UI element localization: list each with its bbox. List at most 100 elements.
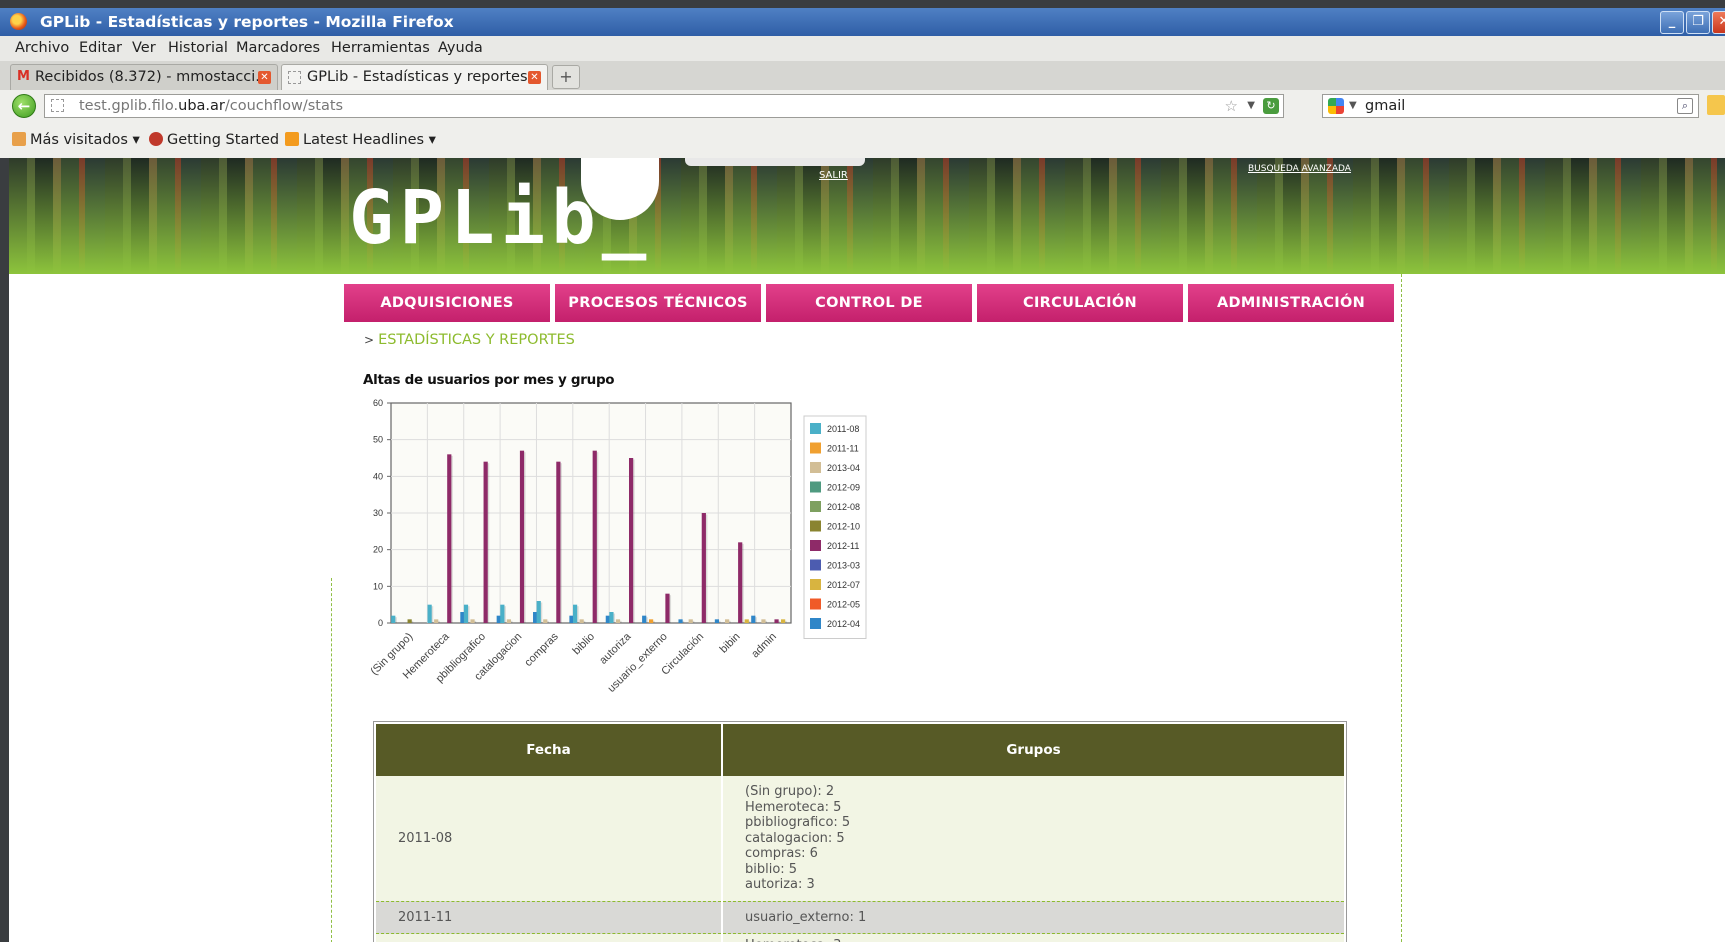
bar: [533, 612, 538, 623]
bar: [678, 619, 683, 623]
bar: [592, 450, 597, 623]
menu-historial[interactable]: Historial: [168, 36, 228, 61]
menu-marcadores[interactable]: Marcadores: [236, 36, 320, 61]
google-icon[interactable]: [1328, 98, 1344, 114]
search-input[interactable]: gmail: [1365, 95, 1405, 117]
close-tab-icon[interactable]: ✕: [528, 71, 541, 84]
new-tab-button[interactable]: +: [552, 65, 580, 89]
legend-label: 2012-11: [827, 541, 859, 551]
grupo-entry: Hemeroteca: 5: [745, 799, 842, 815]
bar: [648, 619, 654, 623]
menu-herramientas[interactable]: Herramientas: [331, 36, 430, 61]
nav-procesos-tecnicos[interactable]: PROCESOS TÉCNICOS: [555, 284, 761, 322]
web-page: GPLib_ SALIR BUSQUEDA AVANZADA ADQUISICI…: [9, 158, 1725, 942]
legend-swatch: [810, 598, 821, 610]
navigation-toolbar: ← test.gplib.filo.uba.ar/couchflow/stats…: [0, 90, 1725, 122]
bookmark-latest-headlines[interactable]: Latest Headlines ▾: [285, 122, 436, 158]
bar: [724, 619, 730, 623]
site-search-box[interactable]: [685, 158, 865, 166]
cell-grupos: Hemeroteca: 3: [722, 933, 1344, 942]
bar: [483, 461, 488, 623]
nav-control-existencias[interactable]: CONTROL DE EXISTENCIAS: [766, 284, 972, 349]
maximize-button[interactable]: ❐: [1686, 11, 1710, 34]
minimize-button[interactable]: _: [1660, 11, 1684, 34]
tab-gplib[interactable]: GPLib - Estadísticas y reportes ✕: [281, 64, 548, 90]
legend-label: 2012-10: [827, 522, 860, 532]
history-dropdown-icon[interactable]: ▼: [1247, 95, 1255, 117]
bar: [496, 615, 501, 623]
legend-label: 2013-04: [827, 463, 860, 473]
legend-label: 2012-07: [827, 580, 860, 590]
nav-administracion[interactable]: ADMINISTRACIÓN: [1188, 284, 1394, 322]
bar: [605, 615, 610, 623]
bar: [427, 604, 432, 623]
bar: [781, 619, 786, 623]
bar: [470, 619, 475, 623]
nav-adquisiciones[interactable]: ADQUISICIONES: [344, 284, 550, 322]
nav-circulacion[interactable]: CIRCULACIÓN: [977, 284, 1183, 322]
bar: [463, 604, 469, 623]
y-tick-label: 60: [373, 398, 383, 408]
bookmark-star-icon[interactable]: ☆: [1225, 95, 1238, 117]
legend-label: 2011-08: [827, 424, 859, 434]
column-header-grupos: Grupos: [722, 724, 1344, 776]
grupo-entry: pbibliografico: 5: [745, 815, 851, 830]
legend-swatch: [810, 481, 821, 493]
tab-label: GPLib - Estadísticas y reportes: [307, 69, 528, 85]
breadcrumb: > ESTADÍSTICAS Y REPORTES: [364, 332, 575, 348]
menu-ayuda[interactable]: Ayuda: [438, 36, 483, 61]
tab-gmail[interactable]: M Recibidos (8.372) - mmostacci... ✕: [10, 64, 278, 90]
bar: [629, 458, 634, 623]
grupo-entry: usuario_externo: 1: [745, 909, 867, 925]
window-titlebar: GPLib - Estadísticas y reportes - Mozill…: [0, 8, 1725, 36]
menu-ver[interactable]: Ver: [132, 36, 156, 61]
breadcrumb-link[interactable]: ESTADÍSTICAS Y REPORTES: [378, 332, 575, 348]
menu-editar[interactable]: Editar: [79, 36, 122, 61]
grupo-entry: biblio: 5: [745, 861, 798, 877]
x-tick-label: autoriza: [597, 630, 634, 667]
bookmark-getting-started[interactable]: Getting Started: [149, 122, 279, 158]
close-tab-icon[interactable]: ✕: [258, 71, 271, 84]
x-tick-label: compras: [522, 630, 561, 669]
cell-fecha: 2011-08: [376, 776, 723, 901]
bar: [751, 615, 756, 623]
legend-swatch: [810, 442, 821, 454]
bookmarks-folder-icon: [12, 132, 26, 146]
bar-chart: 0102030405060(Sin grupo)Hemerotecapbibli…: [368, 398, 867, 695]
tab-bar: M Recibidos (8.372) - mmostacci... ✕ GPL…: [0, 61, 1725, 91]
chart-container: 0 10 20 30 40 50 60 (Sin grupo) Hemeroteca pbibli…: [349, 394, 919, 695]
bar: [391, 615, 396, 623]
bar: [701, 513, 706, 623]
bar: [665, 593, 670, 623]
close-window-button[interactable]: ✕: [1712, 11, 1725, 34]
search-engine-dropdown-icon[interactable]: ▼: [1349, 95, 1357, 117]
y-tick-label: 10: [373, 581, 383, 591]
salir-link[interactable]: SALIR: [819, 170, 848, 181]
cell-grupos: usuario_externo: 1: [722, 900, 1344, 934]
search-bar[interactable]: ▼ gmail ⌕: [1322, 94, 1699, 118]
bar: [536, 601, 541, 623]
busqueda-avanzada-link[interactable]: BUSQUEDA AVANZADA: [1248, 164, 1351, 174]
x-tick-label: admin: [749, 631, 779, 661]
search-go-icon[interactable]: ⌕: [1677, 98, 1693, 114]
grupo-entry: catalogacion: 5: [745, 830, 845, 846]
bar: [774, 619, 779, 623]
address-bar[interactable]: test.gplib.filo.uba.ar/couchflow/stats ☆…: [44, 94, 1284, 118]
back-button[interactable]: ←: [12, 94, 36, 118]
y-tick-label: 0: [378, 618, 383, 628]
folder-icon[interactable]: [1707, 95, 1725, 115]
bookmarks-toolbar: Más visitados ▾ Getting Started Latest H…: [0, 122, 1725, 158]
getting-started-icon: [149, 132, 163, 146]
legend-label: 2013-03: [827, 561, 860, 571]
y-tick-label: 40: [373, 471, 383, 481]
site-identity-icon[interactable]: [51, 99, 64, 112]
reload-icon[interactable]: ↻: [1263, 98, 1279, 114]
menu-archivo[interactable]: Archivo: [15, 36, 69, 61]
tab-label: Recibidos (8.372) - mmostacci...: [35, 69, 270, 85]
chevron-right-icon: >: [364, 333, 375, 347]
x-tick-label: biblio: [570, 631, 597, 658]
legend-swatch: [810, 462, 821, 473]
table-row: Hemeroteca: 3: [376, 933, 1344, 942]
main-navigation: ADQUISICIONES PROCESOS TÉCNICOS CONTROL …: [344, 284, 1402, 349]
bookmark-mas-visitados[interactable]: Más visitados ▾: [12, 122, 140, 158]
